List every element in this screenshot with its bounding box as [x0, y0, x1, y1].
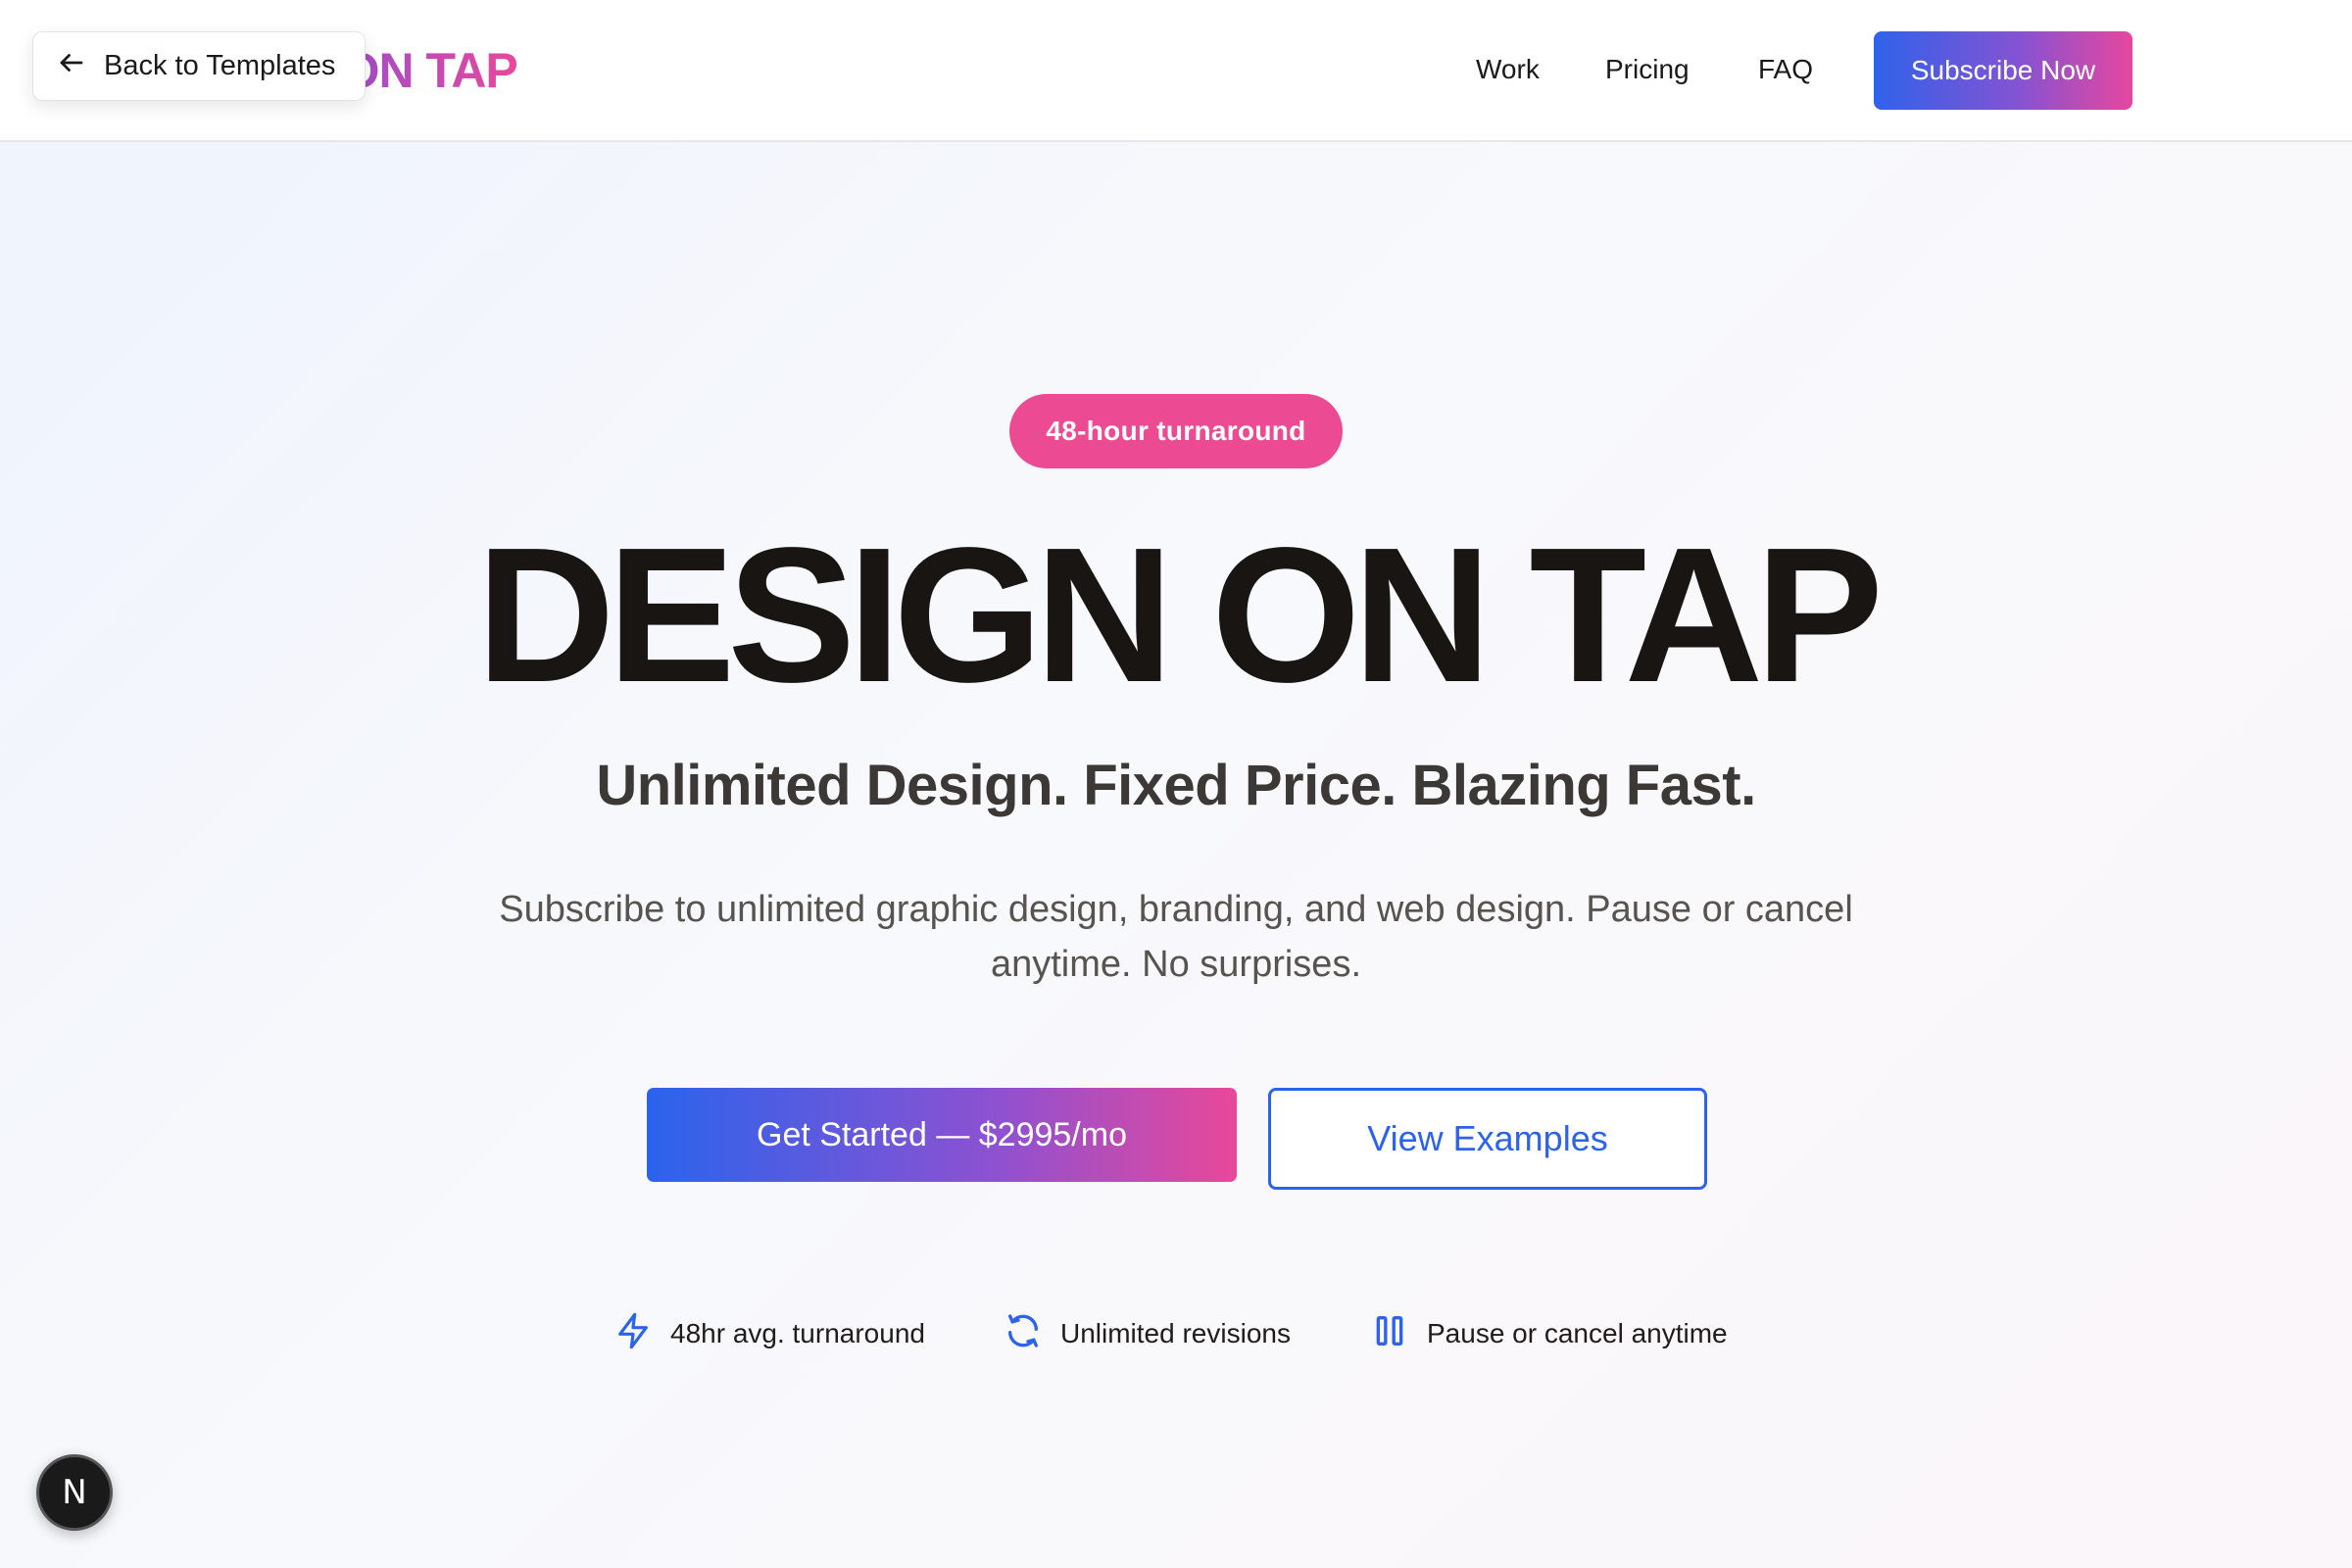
feature-label: 48hr avg. turnaround [670, 1318, 925, 1348]
hero-title: DESIGN ON TAP [476, 508, 1884, 722]
back-to-templates-button[interactable]: Back to Templates [32, 31, 366, 101]
nav-link-faq[interactable]: FAQ [1758, 54, 1813, 85]
feature-revisions: Unlimited revisions [1004, 1309, 1291, 1358]
dev-tools-badge[interactable]: N [36, 1454, 113, 1531]
get-started-button[interactable]: Get Started — $2995/mo [647, 1088, 1237, 1182]
refresh-icon [1004, 1311, 1043, 1357]
site-header: DESIGN ON TAP Back to Templates Work Pri… [0, 0, 2352, 142]
feature-turnaround: 48hr avg. turnaround [613, 1309, 925, 1358]
lightning-icon [613, 1311, 653, 1357]
hero-subtitle: Unlimited Design. Fixed Price. Blazing F… [596, 754, 1756, 817]
nav-link-pricing[interactable]: Pricing [1605, 54, 1690, 85]
pause-icon [1370, 1311, 1409, 1357]
turnaround-badge: 48-hour turnaround [1009, 394, 1343, 468]
back-to-templates-label: Back to Templates [104, 50, 336, 81]
arrow-left-icon [57, 48, 86, 85]
feature-pause: Pause or cancel anytime [1370, 1309, 1728, 1358]
nav-link-work[interactable]: Work [1476, 54, 1540, 85]
view-examples-button[interactable]: View Examples [1268, 1088, 1707, 1190]
subscribe-now-button[interactable]: Subscribe Now [1874, 31, 2132, 110]
hero-description: Subscribe to unlimited graphic design, b… [499, 889, 1853, 985]
feature-label: Unlimited revisions [1060, 1318, 1291, 1348]
feature-label: Pause or cancel anytime [1427, 1318, 1728, 1348]
